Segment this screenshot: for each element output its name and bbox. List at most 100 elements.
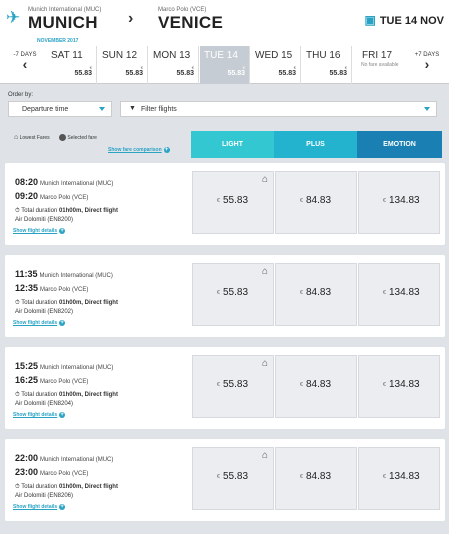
clock-icon: ⏱ bbox=[15, 392, 20, 398]
fare-option-emotion[interactable]: €134.83 bbox=[358, 355, 440, 418]
departure: 11:35 Munich International (MUC) bbox=[15, 269, 113, 279]
fare-option-plus[interactable]: €84.83 bbox=[275, 263, 357, 326]
flight-duration: ⏱ Total duration 01h00m, Direct flight bbox=[15, 484, 118, 491]
caret-down-icon bbox=[424, 107, 430, 111]
month-label: NOVEMBER 2017 bbox=[37, 38, 79, 44]
destination-city: VENICE bbox=[158, 13, 224, 32]
prev-week-button[interactable]: -7 DAYS ‹ bbox=[11, 52, 39, 72]
arrival-time: 16:25 bbox=[15, 375, 39, 385]
lowest-fares-label: Lowest Fares bbox=[19, 134, 50, 141]
show-flight-details-label: Show flight details bbox=[13, 412, 58, 418]
show-flight-details-link[interactable]: Show flight details + bbox=[13, 412, 66, 418]
caret-down-icon bbox=[99, 107, 105, 111]
fare-currency: € bbox=[383, 198, 386, 204]
airline: Air Dolomiti (EN8204) bbox=[15, 401, 74, 407]
arrival-time: 09:20 bbox=[15, 191, 39, 201]
day-tab-thu-16[interactable]: THU 16 € 55.83 bbox=[302, 46, 352, 84]
day-name: FRI 17 bbox=[362, 50, 393, 61]
fare-header-plus[interactable]: PLUS bbox=[274, 131, 357, 158]
duration-label: Total duration bbox=[21, 300, 58, 306]
fare-price: 134.83 bbox=[389, 195, 420, 206]
departure-time: 08:20 bbox=[15, 177, 39, 187]
day-tab-fri-17[interactable]: FRI 17 No fare available bbox=[358, 46, 412, 84]
tag-icon: ⌂ bbox=[14, 134, 19, 141]
arrival-airport: Marco Polo (VCE) bbox=[40, 287, 89, 293]
duration-value: 01h00m, Direct flight bbox=[58, 484, 118, 490]
day-tab-mon-13[interactable]: MON 13 € 55.83 bbox=[149, 46, 199, 84]
arrival: 16:25 Marco Polo (VCE) bbox=[15, 375, 88, 385]
fare-option-emotion[interactable]: €134.83 bbox=[358, 447, 440, 510]
plus-icon: + bbox=[59, 320, 66, 326]
duration-value: 01h00m, Direct flight bbox=[58, 208, 118, 214]
show-flight-details-link[interactable]: Show flight details + bbox=[13, 504, 66, 510]
departure-time: 11:35 bbox=[15, 269, 38, 279]
arrival-airport: Marco Polo (VCE) bbox=[40, 471, 89, 477]
fare-currency: € bbox=[383, 290, 386, 296]
show-flight-details-link[interactable]: Show flight details + bbox=[13, 228, 66, 234]
departure-airport: Munich International (MUC) bbox=[40, 457, 114, 463]
arrival: 23:00 Marco Polo (VCE) bbox=[15, 467, 88, 477]
day-tab-sun-12[interactable]: SUN 12 € 55.83 bbox=[98, 46, 148, 84]
fare-option-light[interactable]: ⌂ €55.83 bbox=[192, 171, 274, 234]
next-week-button[interactable]: +7 DAYS › bbox=[413, 52, 441, 71]
order-by-select[interactable]: Departure time bbox=[8, 101, 112, 117]
flight-row: 08:20 Munich International (MUC) 09:20 Mar… bbox=[5, 163, 445, 245]
order-by-value: Departure time bbox=[22, 106, 69, 113]
fare-option-plus[interactable]: €84.83 bbox=[275, 355, 357, 418]
fare-price: 84.83 bbox=[306, 287, 332, 298]
flight-row: 15:25 Munich International (MUC) 16:25 Mar… bbox=[5, 347, 445, 429]
airline: Air Dolomiti (EN8206) bbox=[15, 493, 74, 499]
airline: Air Dolomiti (EN8202) bbox=[15, 309, 74, 315]
fare-option-emotion[interactable]: €134.83 bbox=[358, 171, 440, 234]
day-name: SUN 12 bbox=[102, 50, 138, 61]
fare-currency: € bbox=[217, 474, 220, 480]
no-fare-note: No fare available bbox=[361, 62, 399, 68]
show-fare-comparison-label: Show fare comparison bbox=[108, 147, 162, 153]
day-tab-tue-14[interactable]: TUE 14 € 55.83 bbox=[200, 46, 250, 84]
fare-option-light[interactable]: ⌂ €55.83 bbox=[192, 355, 274, 418]
fare-option-plus[interactable]: €84.83 bbox=[275, 447, 357, 510]
day-name: WED 15 bbox=[255, 50, 293, 61]
fare-header-emotion[interactable]: EMOTION bbox=[357, 131, 442, 158]
fare-legend: ⌂ Lowest Fares Selected fare bbox=[14, 134, 105, 141]
fare-option-light[interactable]: ⌂ €55.83 bbox=[192, 447, 274, 510]
day-name: THU 16 bbox=[306, 50, 341, 61]
show-fare-comparison-link[interactable]: Show fare comparison + bbox=[108, 147, 170, 153]
calendar-icon: ▣ bbox=[364, 13, 376, 27]
fare-price: 134.83 bbox=[389, 471, 420, 482]
plus-icon: + bbox=[59, 228, 66, 234]
day-name: MON 13 bbox=[153, 50, 191, 61]
fare-option-light[interactable]: ⌂ €55.83 bbox=[192, 263, 274, 326]
filter-flights-select[interactable]: ▼ Filter flights bbox=[120, 101, 437, 117]
fare-price: 55.83 bbox=[223, 471, 249, 482]
selected-fare-icon bbox=[59, 134, 67, 141]
departure: 08:20 Munich International (MUC) bbox=[15, 177, 113, 187]
fare-price: 84.83 bbox=[306, 195, 332, 206]
plus-icon: + bbox=[59, 412, 66, 418]
filter-icon: ▼ bbox=[129, 105, 136, 112]
fare-price: 134.83 bbox=[389, 287, 420, 298]
flight-duration: ⏱ Total duration 01h00m, Direct flight bbox=[15, 208, 118, 215]
arrival: 09:20 Marco Polo (VCE) bbox=[15, 191, 88, 201]
departure-time: 22:00 bbox=[15, 453, 39, 463]
departure-airport: Munich International (MUC) bbox=[40, 365, 114, 371]
travel-date[interactable]: ▣ TUE 14 NOV bbox=[364, 13, 444, 27]
fare-currency: € bbox=[383, 382, 386, 388]
fare-price: 55.83 bbox=[223, 195, 249, 206]
duration-value: 01h00m, Direct flight bbox=[58, 300, 118, 306]
fare-header-light[interactable]: LIGHT bbox=[191, 131, 274, 158]
show-flight-details-label: Show flight details bbox=[13, 228, 58, 234]
arrival-time: 23:00 bbox=[15, 467, 39, 477]
show-flight-details-link[interactable]: Show flight details + bbox=[13, 320, 66, 326]
arrival-time: 12:35 bbox=[15, 283, 39, 293]
fare-price: 55.83 bbox=[223, 379, 249, 390]
day-tab-sat-11[interactable]: SAT 11 € 55.83 bbox=[47, 46, 97, 84]
duration-label: Total duration bbox=[21, 392, 58, 398]
day-price: 55.83 bbox=[125, 70, 143, 77]
fare-currency: € bbox=[300, 198, 303, 204]
fare-option-emotion[interactable]: €134.83 bbox=[358, 263, 440, 326]
flight-row: 11:35 Munich International (MUC) 12:35 Mar… bbox=[5, 255, 445, 337]
fare-option-plus[interactable]: €84.83 bbox=[275, 171, 357, 234]
day-tab-wed-15[interactable]: WED 15 € 55.83 bbox=[251, 46, 301, 84]
chevron-left-icon: ‹ bbox=[22, 56, 28, 72]
